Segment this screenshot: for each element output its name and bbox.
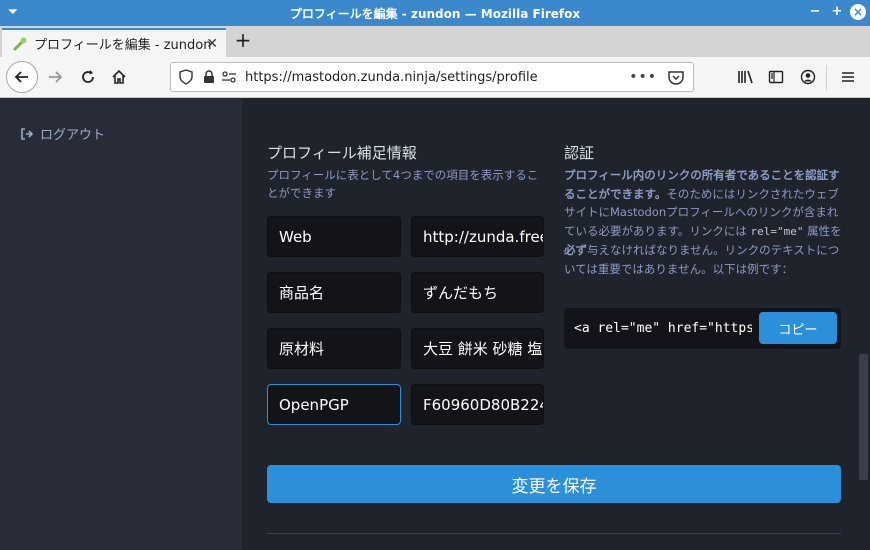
verification-text-3: 与えなければなりません。リンクのテキストについては重要ではありません。以下は例で…: [564, 243, 840, 276]
window-controls: − + ×: [806, 3, 866, 21]
metadata-name-input-3[interactable]: 原材料: [267, 328, 401, 369]
page-actions-icon[interactable]: •••: [629, 69, 657, 85]
home-icon: [112, 69, 126, 84]
verification-text-2: 属性を: [807, 223, 842, 238]
hamburger-icon: [842, 72, 854, 82]
metadata-name-input-4[interactable]: OpenPGP: [267, 384, 401, 425]
verification-bold-text-2: 必ず: [564, 243, 587, 257]
forward-button[interactable]: [41, 63, 69, 91]
verification-link-box: <a rel="me" href="https://mastodon.zunda…: [564, 308, 841, 349]
copy-button[interactable]: コピー: [759, 312, 837, 344]
metadata-section-hint: プロフィールに表として4つまでの項目を表示することができます: [267, 168, 539, 200]
arrow-left-icon: [14, 71, 28, 83]
library-icon: [738, 70, 753, 84]
favicon-icon: [13, 37, 27, 50]
scrollbar-thumb[interactable]: [859, 354, 868, 480]
verification-snippet[interactable]: <a rel="me" href="https://mastodon.zunda…: [574, 321, 752, 336]
window-title: プロフィールを編集 - zundon — Mozilla Firefox: [289, 6, 581, 21]
library-button[interactable]: [732, 63, 760, 91]
url-bar[interactable]: https://mastodon.zunda.ninja/settings/pr…: [170, 62, 694, 92]
url-text[interactable]: https://mastodon.zunda.ninja/settings/pr…: [245, 70, 538, 85]
page-content: ログアウト プロフィール補足情報 プロフィールに表として4つまでの項目を表示する…: [0, 98, 870, 550]
toolbar-separator: [826, 65, 827, 91]
settings-sidebar: ログアウト: [0, 98, 242, 550]
menu-button[interactable]: [834, 63, 862, 91]
logout-label: ログアウト: [40, 128, 106, 143]
lock-icon[interactable]: [203, 70, 217, 84]
reload-icon: [82, 70, 94, 83]
account-icon: [800, 69, 816, 85]
metadata-value-input-2[interactable]: ずんだもち: [411, 272, 544, 313]
maximize-icon[interactable]: +: [828, 3, 846, 21]
metadata-value-input-4[interactable]: F60960D80B2247B7: [411, 384, 544, 425]
back-button[interactable]: [6, 61, 38, 93]
account-button[interactable]: [794, 63, 822, 91]
metadata-value-input-1[interactable]: http://zunda.freeshell.org/: [411, 216, 544, 257]
tab-active[interactable]: プロフィールを編集 - zundon ✕: [2, 28, 226, 57]
logout-link[interactable]: ログアウト: [20, 124, 105, 143]
verification-description: プロフィール内のリンクの所有者であることを認証することができます。そのためにはリ…: [564, 166, 842, 278]
sidebar-button[interactable]: [762, 63, 790, 91]
navigation-toolbar: https://mastodon.zunda.ninja/settings/pr…: [0, 57, 870, 98]
rel-me-code: rel="me": [750, 224, 804, 238]
page-scrollbar[interactable]: [856, 98, 870, 550]
metadata-name-input-1[interactable]: Web: [267, 216, 401, 257]
reload-button[interactable]: [74, 63, 102, 91]
arrow-right-icon: [49, 71, 63, 83]
pocket-icon[interactable]: [667, 69, 685, 87]
metadata-value-input-3[interactable]: 大豆 餅米 砂糖 塩: [411, 328, 544, 369]
window-menu-icon[interactable]: ⏷: [6, 5, 20, 19]
tab-close-icon[interactable]: ✕: [206, 36, 218, 52]
verification-title: 認証: [564, 144, 595, 162]
metadata-section-title: プロフィール補足情報: [267, 144, 417, 162]
new-tab-icon[interactable]: +: [232, 30, 254, 52]
permissions-icon[interactable]: [221, 70, 237, 84]
close-icon[interactable]: ×: [850, 4, 866, 20]
minimize-icon[interactable]: −: [806, 3, 824, 21]
tab-strip: プロフィールを編集 - zundon ✕ +: [0, 26, 870, 57]
sidebar-icon: [768, 70, 784, 84]
sign-out-icon: [21, 127, 34, 140]
profile-settings-main: プロフィール補足情報 プロフィールに表として4つまでの項目を表示することができま…: [242, 98, 856, 550]
window-titlebar: ⏷ プロフィールを編集 - zundon — Mozilla Firefox −…: [0, 0, 870, 26]
section-divider: [267, 533, 841, 534]
metadata-name-input-2[interactable]: 商品名: [267, 272, 401, 313]
save-changes-button[interactable]: 変更を保存: [267, 465, 841, 503]
tab-label: プロフィールを編集 - zundon: [34, 38, 212, 53]
tracking-protection-icon[interactable]: [177, 69, 195, 85]
home-button[interactable]: [105, 63, 133, 91]
